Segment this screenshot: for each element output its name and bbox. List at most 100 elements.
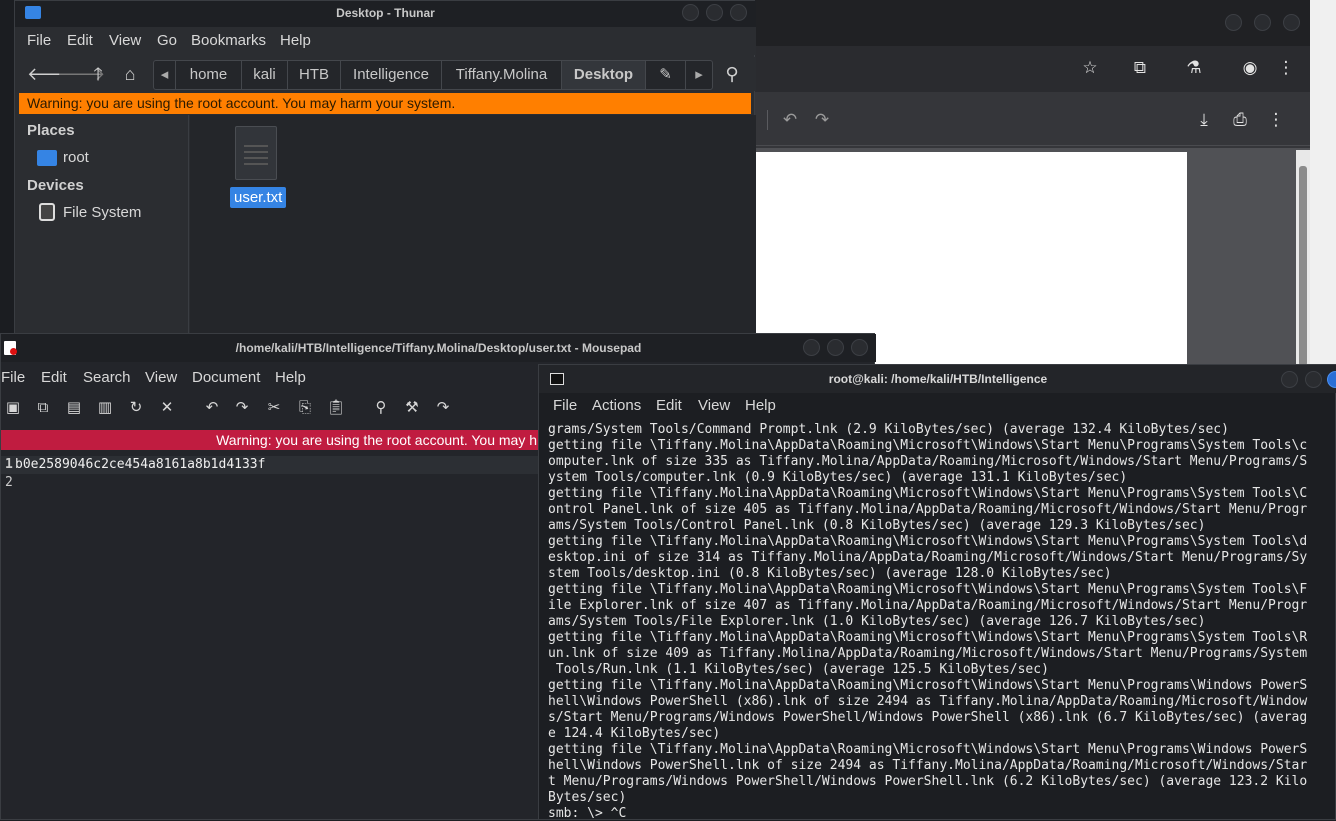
breadcrumb-tiffany-molina[interactable]: Tiffany.Molina <box>442 61 562 89</box>
breadcrumb-desktop[interactable]: Desktop <box>562 61 646 89</box>
redo-icon[interactable]: ↷ <box>811 110 833 130</box>
thunar-window: Desktop - Thunar File Edit View Go Bookm… <box>14 0 756 336</box>
window-title-text: Desktop - Thunar <box>336 6 435 20</box>
places-heading: Places <box>27 122 75 139</box>
pdf-toolbar: ↶ ↷ ⤓ ⎙ ⋮ <box>755 94 1310 146</box>
minimize-button[interactable] <box>682 4 699 21</box>
maximize-button[interactable] <box>1254 14 1271 31</box>
folder-icon <box>37 150 57 166</box>
redo-icon[interactable]: ↷ <box>232 398 252 418</box>
breadcrumb-kali[interactable]: kali <box>242 61 288 89</box>
menu-file[interactable]: File <box>27 32 51 49</box>
menu-go[interactable]: Go <box>157 32 177 49</box>
menu-icon[interactable]: ⋮ <box>1275 58 1297 78</box>
text-file-icon[interactable] <box>235 126 277 180</box>
new-file-icon[interactable]: ▣ <box>3 398 23 418</box>
breadcrumb-scroll-right[interactable]: ▸ <box>686 61 712 89</box>
line-number: 1 <box>5 457 13 472</box>
breadcrumb-scroll-left[interactable]: ◂ <box>154 61 176 89</box>
sidebar-item-file-system[interactable]: File System <box>63 204 141 221</box>
reload-icon[interactable]: ↻ <box>126 398 146 418</box>
print-icon[interactable]: ⎙ <box>1229 110 1251 130</box>
menu-bookmarks[interactable]: Bookmarks <box>191 32 266 49</box>
maximize-button[interactable] <box>706 4 723 21</box>
profile-icon[interactable]: ◉ <box>1239 58 1261 78</box>
menubar: File Actions Edit View Help <box>539 395 1336 419</box>
menu-edit[interactable]: Edit <box>67 32 93 49</box>
go-to-line-icon[interactable]: ↷ <box>433 398 453 418</box>
close-icon[interactable]: ✕ <box>157 398 177 418</box>
menu-view[interactable]: View <box>698 397 730 414</box>
breadcrumb-htb[interactable]: HTB <box>288 61 341 89</box>
undo-icon[interactable]: ↶ <box>202 398 222 418</box>
file-view: user.txt <box>190 115 756 336</box>
menu-file[interactable]: File <box>553 397 577 414</box>
menu-edit[interactable]: Edit <box>656 397 682 414</box>
menu-document[interactable]: Document <box>192 369 260 386</box>
paste-icon[interactable]: 📋︎ <box>326 398 346 418</box>
more-icon[interactable]: ⋮ <box>1265 110 1287 130</box>
maximize-button[interactable] <box>1305 371 1322 388</box>
sidebar-item-root[interactable]: root <box>63 149 89 166</box>
menu-actions[interactable]: Actions <box>592 397 641 414</box>
copy-icon[interactable]: ⎘ <box>295 398 315 418</box>
maximize-button[interactable] <box>827 339 844 356</box>
menu-view[interactable]: View <box>145 369 177 386</box>
extensions-icon[interactable]: ⧉ <box>1129 58 1151 78</box>
star-icon[interactable]: ☆ <box>1079 58 1101 78</box>
close-button[interactable] <box>851 339 868 356</box>
minimize-button[interactable] <box>803 339 820 356</box>
home-icon[interactable]: ⌂ <box>119 63 141 85</box>
arrow-left-icon[interactable]: 🡐 <box>27 63 75 85</box>
window-title: Desktop - Thunar <box>15 1 756 27</box>
devices-heading: Devices <box>27 177 84 194</box>
menu-help[interactable]: Help <box>745 397 776 414</box>
divider <box>767 110 768 130</box>
browser-tab-strip <box>755 0 1336 46</box>
menu-file[interactable]: File <box>1 369 25 386</box>
desktop-edge <box>0 0 14 335</box>
window-title: root@kali: /home/kali/HTB/Intelligence <box>539 365 1336 393</box>
minimize-button[interactable] <box>1225 14 1242 31</box>
save-icon[interactable]: ▤ <box>64 398 84 418</box>
menu-help[interactable]: Help <box>280 32 311 49</box>
scrollbar-thumb[interactable] <box>1299 166 1307 366</box>
menu-search[interactable]: Search <box>83 369 131 386</box>
line-text[interactable]: b0e2589046c2ce454a8161a8b1d4133f <box>15 457 265 472</box>
new-window-icon[interactable]: ⧉ <box>33 398 53 418</box>
root-badge-icon <box>10 348 17 355</box>
menubar: File Edit View Go Bookmarks Help <box>15 27 756 55</box>
file-name-label[interactable]: user.txt <box>230 187 287 208</box>
undo-icon[interactable]: ↶ <box>779 110 801 130</box>
arrow-right-icon[interactable]: 🡒 <box>57 63 105 85</box>
editor-line[interactable]: 1 b0e2589046c2ce454a8161a8b1d4133f <box>1 456 541 474</box>
window-title-text: /home/kali/HTB/Intelligence/Tiffany.Moli… <box>235 341 642 355</box>
minimize-button[interactable] <box>1281 371 1298 388</box>
menu-view[interactable]: View <box>109 32 141 49</box>
edit-path-icon[interactable]: ✎ <box>646 61 686 89</box>
folder-icon <box>25 6 41 19</box>
editor-line[interactable]: 2 <box>1 474 541 492</box>
breadcrumb-home[interactable]: home <box>176 61 242 89</box>
menu-help[interactable]: Help <box>275 369 306 386</box>
download-icon[interactable]: ⤓ <box>1193 110 1215 130</box>
breadcrumb: ◂ home kali HTB Intelligence Tiffany.Mol… <box>153 60 713 90</box>
window-title: /home/kali/HTB/Intelligence/Tiffany.Moli… <box>1 334 876 362</box>
close-button[interactable] <box>730 4 747 21</box>
terminal-window: root@kali: /home/kali/HTB/Intelligence F… <box>538 364 1336 821</box>
menu-edit[interactable]: Edit <box>41 369 67 386</box>
labs-icon[interactable]: ⚗ <box>1183 58 1205 78</box>
cut-icon[interactable]: ✂ <box>264 398 284 418</box>
drive-icon <box>39 203 55 221</box>
find-icon[interactable]: ⚲ <box>371 398 391 418</box>
browser-toolbar: ☆ ⧉ ⚗ ◉ ⋮ <box>755 46 1310 92</box>
arrow-up-icon[interactable]: 🡑 <box>87 63 109 85</box>
terminal-output[interactable]: grams/System Tools/Command Prompt.lnk (2… <box>548 422 1328 821</box>
root-warning: Warning: you are using the root account.… <box>19 93 751 114</box>
breadcrumb-intelligence[interactable]: Intelligence <box>341 61 442 89</box>
close-button[interactable] <box>1283 14 1300 31</box>
search-icon[interactable]: ⚲ <box>721 63 743 85</box>
root-warning: Warning: you are using the root account.… <box>1 430 541 450</box>
save-as-icon[interactable]: ▥ <box>95 398 115 418</box>
find-replace-icon[interactable]: ⚒ <box>402 398 422 418</box>
